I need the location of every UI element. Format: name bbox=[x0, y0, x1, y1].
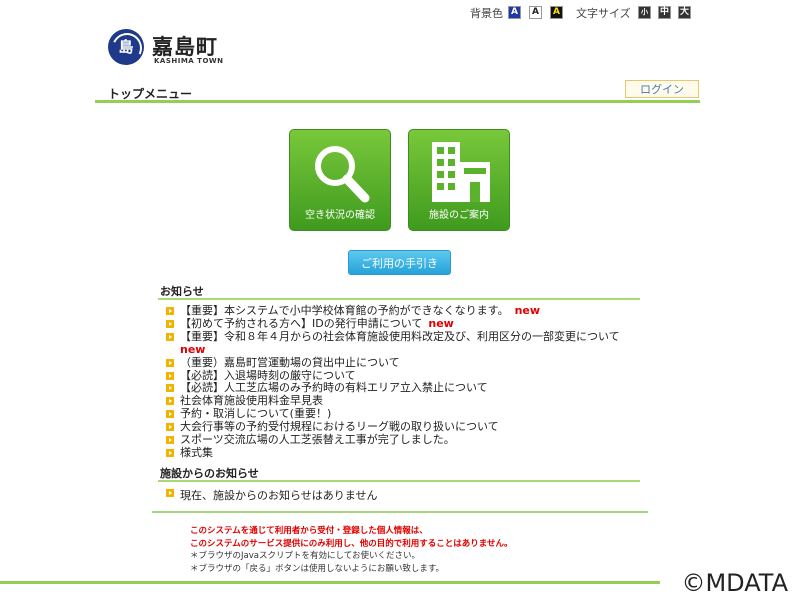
bg-color-blue-button[interactable]: A bbox=[508, 6, 521, 19]
building-icon bbox=[432, 142, 490, 202]
availability-check-label: 空き状況の確認 bbox=[305, 210, 375, 221]
news-list: 【重要】本システムで小中学校体育館の予約ができなくなります。 new 【初めて予約… bbox=[166, 304, 620, 460]
news-item[interactable]: スポーツ交流広場の人工芝張替え工事が完了しました。 bbox=[166, 433, 620, 447]
arrow-bullet-icon bbox=[166, 423, 174, 432]
news-link[interactable]: 【必読】入退場時刻の厳守について bbox=[180, 369, 356, 382]
arrow-bullet-icon bbox=[166, 371, 174, 380]
arrow-bullet-icon bbox=[166, 307, 174, 315]
usage-guide-button[interactable]: ご利用の手引き bbox=[348, 250, 451, 275]
facility-news-item: 現在、施設からのお知らせはありません bbox=[166, 487, 377, 503]
town-emblem-icon: 島 bbox=[108, 29, 144, 65]
login-button[interactable]: ログイン bbox=[625, 80, 699, 98]
background-color-label: 背景色 bbox=[470, 7, 503, 20]
font-size-large-button[interactable]: 大 bbox=[678, 6, 691, 19]
facility-guide-button[interactable]: 施設のご案内 bbox=[408, 129, 510, 231]
news-link[interactable]: スポーツ交流広場の人工芝張替え工事が完了しました。 bbox=[180, 433, 455, 446]
arrow-bullet-icon bbox=[166, 358, 174, 367]
privacy-notice-line-2: このシステムのサービス提供にのみ利用し、他の目的で利用することはありません。 bbox=[190, 539, 513, 549]
font-size-medium-button[interactable]: 中 bbox=[658, 6, 671, 19]
site-logo[interactable]: 島 嘉島町 KASHIMA TOWN bbox=[108, 29, 238, 69]
news-link[interactable]: 【重要】本システムで小中学校体育館の予約ができなくなります。 bbox=[180, 304, 509, 317]
facility-news-text: 現在、施設からのお知らせはありません bbox=[180, 489, 378, 502]
facility-news-divider bbox=[158, 480, 640, 482]
arrow-bullet-icon bbox=[166, 410, 174, 419]
new-badge: new bbox=[428, 316, 454, 330]
availability-check-button[interactable]: 空き状況の確認 bbox=[289, 129, 391, 231]
facility-guide-label: 施設のご案内 bbox=[429, 210, 489, 221]
new-badge: new bbox=[514, 304, 541, 317]
news-link[interactable]: 【初めて予約される方へ】IDの発行申請について bbox=[180, 317, 422, 330]
arrow-bullet-icon bbox=[166, 489, 174, 497]
bg-color-white-button[interactable]: A bbox=[529, 6, 542, 19]
arrow-bullet-icon bbox=[166, 384, 174, 393]
logo-subtitle: KASHIMA TOWN bbox=[154, 57, 224, 65]
bottom-divider bbox=[0, 581, 660, 584]
new-badge: new bbox=[180, 342, 206, 356]
news-link[interactable]: 大会行事等の予約受付規程におけるリーグ戦の取り扱いについて bbox=[180, 420, 499, 433]
arrow-bullet-icon bbox=[166, 319, 174, 328]
facility-news-heading: 施設からのお知らせ bbox=[160, 467, 259, 480]
footer-divider bbox=[152, 511, 648, 513]
arrow-bullet-icon bbox=[166, 436, 174, 445]
magnifier-icon bbox=[315, 146, 370, 203]
news-item[interactable]: 【重要】令和８年４月からの社会体育施設使用料改定及び、利用区分の一部変更について bbox=[166, 330, 620, 344]
copyright-watermark: ©MDATA bbox=[681, 569, 788, 597]
news-heading: お知らせ bbox=[160, 285, 204, 298]
arrow-bullet-icon bbox=[166, 332, 174, 341]
news-link[interactable]: 【必読】人工芝広場のみ予約時の有料エリア立入禁止について bbox=[180, 381, 488, 394]
news-link[interactable]: 【重要】令和８年４月からの社会体育施設使用料改定及び、利用区分の一部変更について bbox=[180, 330, 620, 343]
header-divider bbox=[95, 100, 700, 103]
javascript-note: ＊ブラウザのJavaスクリプトを有効にしてお使いください。 bbox=[190, 551, 420, 561]
arrow-bullet-icon bbox=[166, 448, 174, 457]
news-link[interactable]: （重要）嘉島町営運動場の貸出中止について bbox=[180, 356, 400, 369]
news-divider bbox=[158, 298, 640, 300]
bg-color-black-button[interactable]: A bbox=[550, 6, 563, 19]
back-button-note: ＊ブラウザの「戻る」ボタンは使用しないようにお願い致します。 bbox=[190, 564, 444, 574]
news-link[interactable]: 社会体育施設使用料金早見表 bbox=[180, 394, 323, 407]
news-link[interactable]: 様式集 bbox=[180, 446, 213, 459]
privacy-notice-line-1: このシステムを通じて利用者から受付・登録した個人情報は、 bbox=[190, 526, 428, 536]
news-link[interactable]: 予約・取消しについて(重要！) bbox=[180, 407, 331, 420]
font-size-small-button[interactable]: 小 bbox=[638, 6, 651, 19]
font-size-label: 文字サイズ bbox=[576, 7, 631, 20]
arrow-bullet-icon bbox=[166, 397, 174, 406]
news-item[interactable]: 様式集 bbox=[166, 446, 620, 460]
